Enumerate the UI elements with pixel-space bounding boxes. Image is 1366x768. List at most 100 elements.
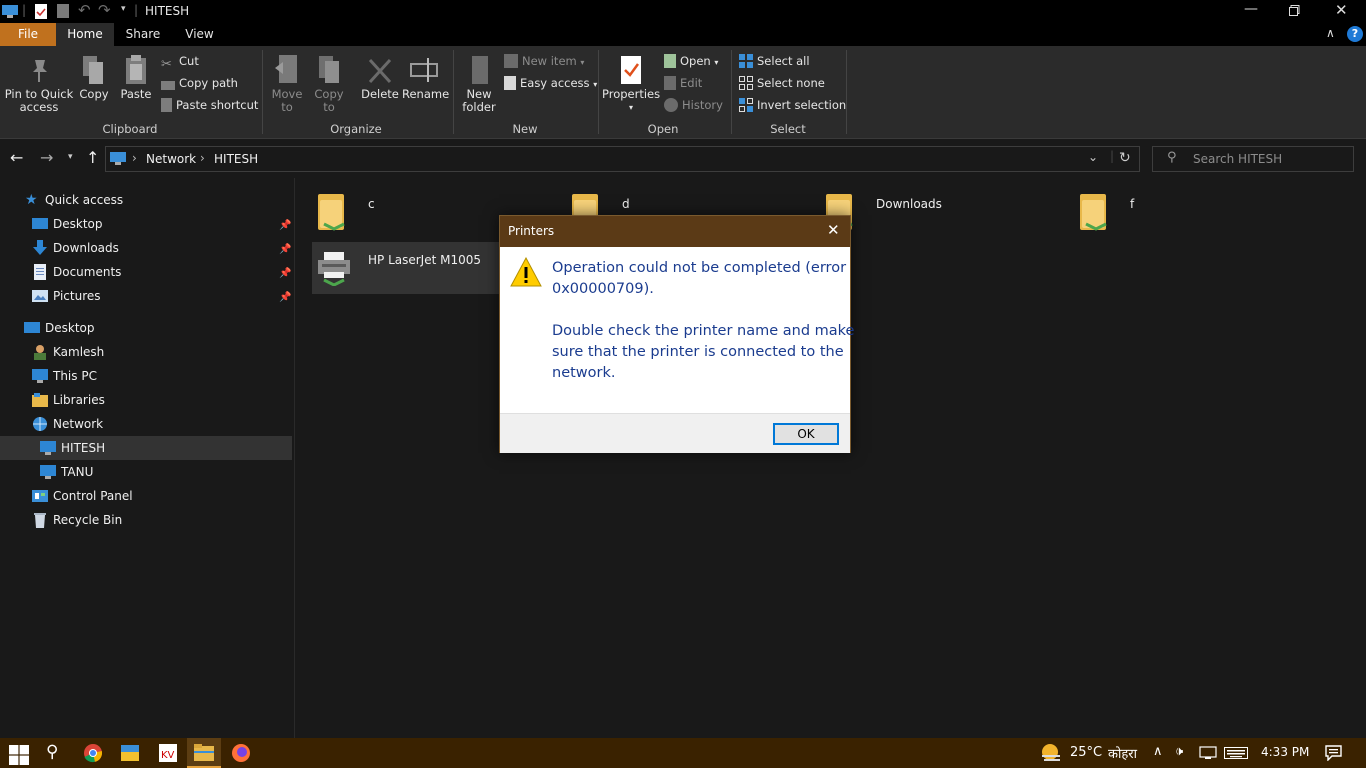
breadcrumb-network[interactable]: Network	[146, 152, 196, 166]
open-icon	[664, 54, 676, 68]
nav-quick-access[interactable]: ★ Quick access	[25, 188, 285, 212]
computer-icon	[40, 441, 56, 455]
undo-icon[interactable]: ↶	[78, 1, 91, 19]
weather-condition[interactable]: कोहरा	[1108, 744, 1137, 762]
breadcrumb-chevron: ›	[132, 151, 137, 165]
recycle-bin-icon	[34, 513, 46, 528]
forward-icon[interactable]: →	[40, 148, 53, 167]
cut-button[interactable]: ✂ Cut	[161, 51, 199, 72]
nav-tanu[interactable]: TANU	[40, 460, 280, 484]
copy-to-button[interactable]: Copy to	[310, 54, 348, 114]
dialog-close-icon[interactable]: ✕	[827, 221, 840, 239]
help-icon[interactable]: ?	[1347, 26, 1363, 42]
nav-quick-downloads[interactable]: Downloads	[32, 236, 282, 260]
scissors-icon: ✂	[161, 57, 172, 72]
nav-libraries[interactable]: Libraries	[32, 388, 282, 412]
weather-temperature[interactable]: 25°C	[1070, 745, 1102, 760]
nav-network[interactable]: Network	[32, 412, 282, 436]
share-downloads[interactable]: Downloads	[820, 186, 1060, 238]
copy-button[interactable]: Copy	[76, 54, 112, 101]
paste-shortcut-button[interactable]: Paste shortcut	[161, 95, 258, 115]
clock-time[interactable]: 4:33 PM	[1261, 745, 1309, 759]
new-folder-qat-icon[interactable]	[57, 4, 69, 18]
pin-icon[interactable]: 📌	[279, 220, 291, 232]
refresh-icon[interactable]: ↻	[1119, 150, 1131, 166]
select-none-button[interactable]: Select none	[739, 73, 825, 93]
nav-recycle-bin[interactable]: Recycle Bin	[32, 508, 282, 532]
volume-icon[interactable]: 🕩	[1175, 744, 1183, 759]
new-item-button[interactable]: New item ▾	[504, 51, 584, 71]
share-f[interactable]: f	[1074, 186, 1314, 238]
select-none-icon	[739, 76, 753, 90]
ok-button[interactable]: OK	[773, 423, 839, 445]
firefox-icon[interactable]	[231, 743, 251, 763]
minimize-icon[interactable]: —	[1244, 1, 1258, 17]
action-center-icon[interactable]	[1325, 745, 1342, 761]
move-to-button[interactable]: Move to	[268, 54, 306, 114]
taskbar: ⚲ KV 25°C कोहरा ∧ 🕩 4:33 PM	[0, 738, 1366, 768]
nav-quick-pictures[interactable]: Pictures	[32, 284, 282, 308]
tab-share[interactable]: Share	[114, 23, 172, 46]
open-button[interactable]: Open ▾	[664, 51, 718, 71]
back-icon[interactable]: ←	[10, 148, 23, 167]
pin-to-quick-access-button[interactable]: Pin to Quick access	[4, 54, 74, 114]
explorer-app-icon[interactable]	[2, 4, 18, 18]
nav-control-panel[interactable]: Control Panel	[32, 484, 282, 508]
search-box[interactable]: ⚲ Search HITESH	[1152, 146, 1354, 172]
nav-kamlesh[interactable]: Kamlesh	[32, 340, 282, 364]
customize-qat-icon[interactable]: ▾	[121, 4, 126, 14]
nav-this-pc[interactable]: This PC	[32, 364, 282, 388]
address-bar[interactable]: › Network › HITESH ⌄ | ↻	[105, 146, 1140, 172]
keyboard-icon[interactable]	[1224, 747, 1248, 759]
nav-hitesh[interactable]: HITESH	[40, 436, 280, 460]
address-row: ← → ▾ ↑ › Network › HITESH ⌄ | ↻ ⚲ Searc…	[0, 140, 1366, 178]
tab-view[interactable]: View	[172, 23, 227, 46]
user-icon	[34, 345, 46, 360]
network-status-icon[interactable]	[1199, 746, 1217, 760]
properties-qat-icon[interactable]	[34, 4, 48, 19]
tab-file[interactable]: File	[0, 23, 56, 46]
qat-separator: |	[22, 3, 27, 17]
invert-selection-icon	[739, 98, 753, 112]
easy-access-button[interactable]: Easy access ▾	[504, 73, 597, 93]
copy-path-button[interactable]: Copy path	[161, 73, 238, 93]
explorer-taskbar-active[interactable]	[187, 738, 221, 768]
weather-icon[interactable]	[1040, 743, 1062, 763]
redo-icon[interactable]: ↷	[98, 1, 111, 19]
rename-button[interactable]: Rename	[402, 54, 449, 101]
close-icon[interactable]: ✕	[1335, 1, 1348, 19]
start-windows-icon[interactable]	[9, 745, 29, 765]
select-all-button[interactable]: Select all	[739, 51, 810, 71]
dialog-message-line: 0x00000709).	[552, 281, 654, 297]
history-button[interactable]: History	[664, 95, 723, 115]
edit-button[interactable]: Edit	[664, 73, 702, 93]
nav-quick-desktop[interactable]: Desktop	[32, 212, 282, 236]
pin-icon[interactable]: 📌	[279, 268, 291, 280]
collapse-ribbon-icon[interactable]: ∧	[1326, 26, 1335, 40]
up-icon[interactable]: ↑	[86, 148, 99, 167]
network-location-icon	[110, 152, 126, 165]
chrome-icon[interactable]	[83, 743, 103, 763]
breadcrumb-hitesh[interactable]: HITESH	[214, 152, 258, 166]
tab-home[interactable]: Home	[56, 23, 114, 46]
nav-quick-documents[interactable]: Documents	[32, 260, 282, 284]
address-dropdown-icon[interactable]: ⌄	[1088, 150, 1098, 164]
new-folder-icon	[472, 56, 488, 84]
pin-icon[interactable]: 📌	[279, 244, 291, 256]
paste-button[interactable]: Paste	[116, 54, 156, 101]
group-label-open: Open	[647, 122, 679, 136]
ribbon-separator	[262, 50, 263, 134]
properties-button[interactable]: Properties ▾	[602, 54, 660, 114]
history-icon	[664, 98, 678, 112]
pin-icon[interactable]: 📌	[279, 292, 291, 304]
new-folder-button[interactable]: New folder	[458, 54, 500, 114]
delete-button[interactable]: Delete	[358, 54, 402, 101]
show-hidden-icons-icon[interactable]: ∧	[1153, 744, 1163, 759]
nav-desktop[interactable]: Desktop	[24, 316, 284, 340]
maximize-icon[interactable]	[1289, 5, 1300, 16]
recent-locations-icon[interactable]: ▾	[68, 152, 73, 162]
editor-app-icon[interactable]: KV	[158, 743, 178, 763]
invert-selection-button[interactable]: Invert selection	[739, 95, 846, 115]
search-icon[interactable]: ⚲	[46, 742, 58, 762]
app-tiles-icon[interactable]	[120, 743, 140, 763]
